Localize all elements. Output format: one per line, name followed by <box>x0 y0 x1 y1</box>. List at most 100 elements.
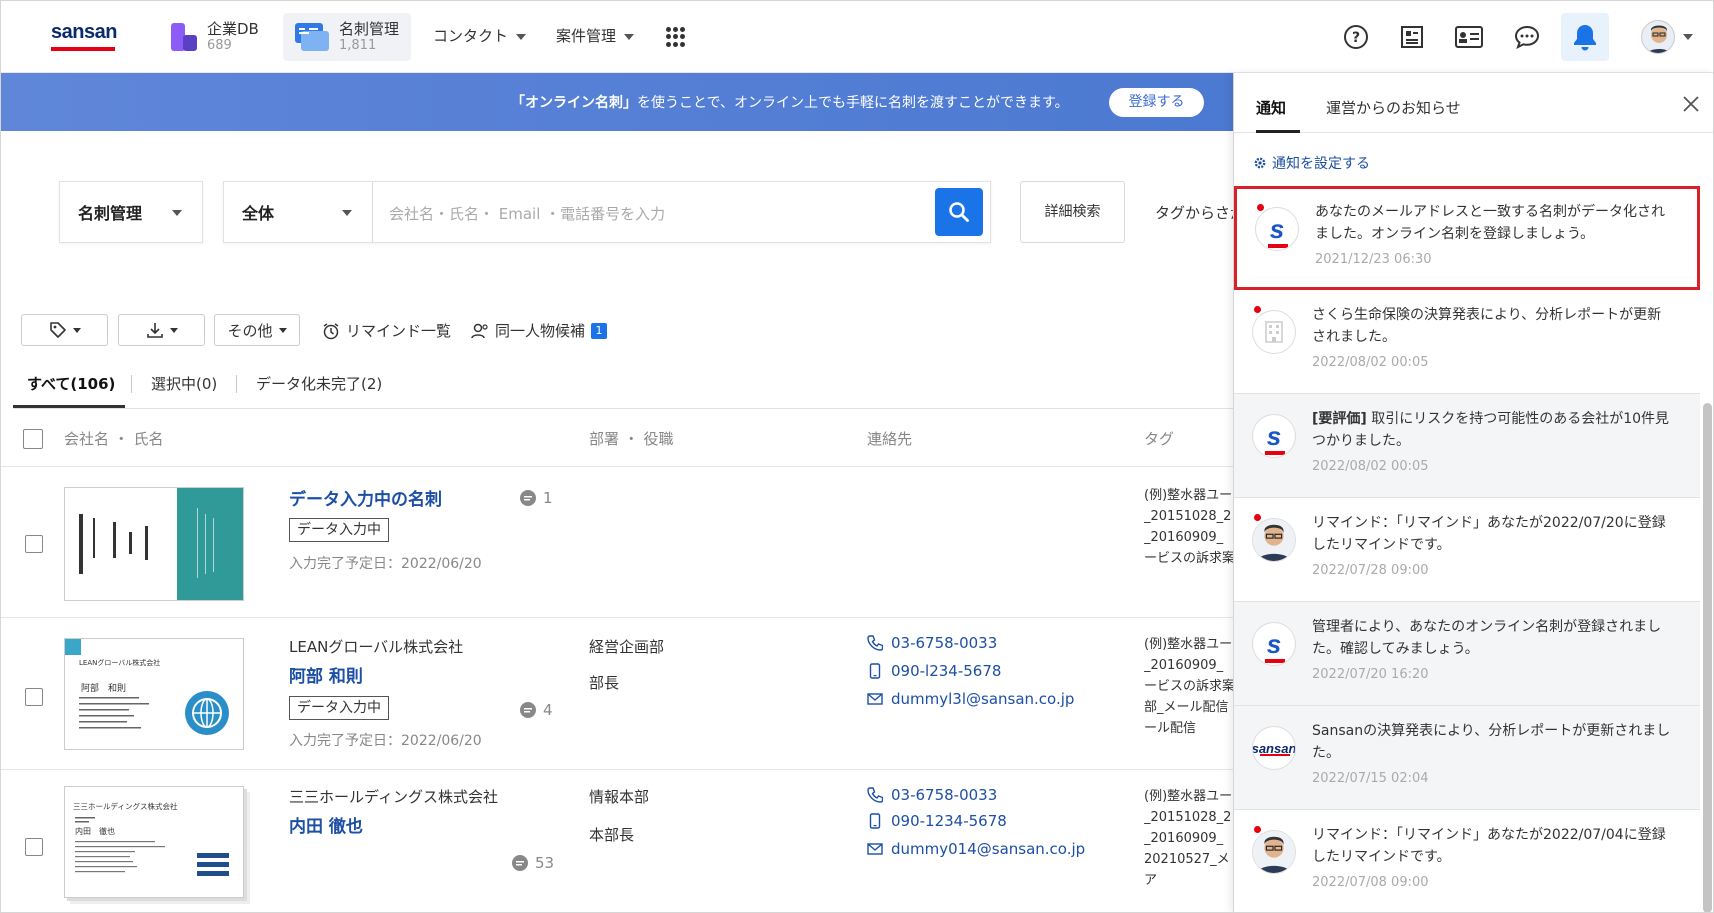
svg-text:阿部 和則: 阿部 和則 <box>81 682 126 694</box>
help-icon[interactable]: ? <box>1338 19 1374 55</box>
phone-link[interactable]: 03-6758-0033 <box>867 634 997 652</box>
remind-list-link[interactable]: リマインド一覧 <box>322 320 451 341</box>
tab-announcements[interactable]: 運営からのお知らせ <box>1326 97 1461 118</box>
notification-item[interactable]: s あなたのメールアドレスと一致する名刺がデータ化されました。オンライン名刺を登… <box>1234 186 1700 290</box>
user-menu-chevron-down-icon[interactable] <box>1683 34 1693 40</box>
comment-count[interactable]: 4 <box>519 701 553 719</box>
list-tabs: すべて(106) 選択中(0) データ化未完了(2) <box>13 371 1233 409</box>
user-avatar <box>1252 518 1296 562</box>
notification-item[interactable]: s 管理者により、あなたのオンライン名刺が登録されました。確認してみましょう。 … <box>1234 602 1700 706</box>
tag-list: (例)整水器ユー _20151028_2 _20160909_ 20210527_メア <box>1144 789 1233 888</box>
download-menu-button[interactable] <box>118 314 205 346</box>
email-link[interactable]: dummy014@sansan.co.jp <box>867 840 1085 858</box>
tab-pending[interactable]: データ化未完了(2) <box>256 373 382 394</box>
remind-list-label: リマインド一覧 <box>346 322 452 340</box>
scope-select-value: 名刺管理 <box>78 204 143 223</box>
status-badge: データ入力中 <box>289 518 389 542</box>
mobile-link[interactable]: 090-1234-5678 <box>867 812 1007 830</box>
other-menu-button[interactable]: その他 <box>214 314 300 346</box>
contact-name-link[interactable]: 阿部 和則 <box>289 662 363 687</box>
comment-count[interactable]: 53 <box>511 854 554 872</box>
notification-text: リマインド：「リマインド」あなたが2022/07/20に登録したリマインドです。 <box>1312 515 1666 553</box>
due-date-text: 入力完了予定日：2022/06/20 <box>289 556 482 572</box>
notification-item[interactable]: s [要評価] 取引にリスクを持つ可能性のある会社が10件見つかりました。 20… <box>1234 394 1700 498</box>
tab-all[interactable]: すべて(106) <box>27 373 115 394</box>
business-card-thumbnail[interactable] <box>64 487 244 601</box>
online-card-banner: 「オンライン名刺」を使うことで、オンライン上でも手軽に名刺を渡すことができます。… <box>1 73 1233 131</box>
notification-item[interactable]: リマインド：「リマインド」あなたが2022/07/04に登録したリマインドです。… <box>1234 810 1700 912</box>
mobile-link[interactable]: 090-l234-5678 <box>867 662 1001 680</box>
svg-text:LEANグローバル株式会社: LEANグローバル株式会社 <box>79 658 160 667</box>
same-person-link[interactable]: 同一人物候補 1 <box>471 320 608 341</box>
phone-link[interactable]: 03-6758-0033 <box>867 786 997 804</box>
business-card-thumbnail[interactable]: LEANグローバル株式会社 阿部 和則 <box>64 638 244 750</box>
business-card-thumbnail[interactable]: 三三ホールディングス株式会社 内田 徹也 <box>64 786 244 898</box>
notification-text: あなたのメールアドレスと一致する名刺がデータ化されました。オンライン名刺を登録し… <box>1315 204 1665 242</box>
nav-company-db-label: 企業DB <box>207 20 259 38</box>
table-row[interactable]: LEANグローバル株式会社 阿部 和則 LEANグローバル株式会社 阿部 和則 デ… <box>1 618 1234 770</box>
svg-text:内田 徹也: 内田 徹也 <box>75 826 115 836</box>
email-link[interactable]: dummyl3l@sansan.co.jp <box>867 690 1074 708</box>
notification-settings-link[interactable]: 通知を設定する <box>1254 153 1370 173</box>
col-header-tag[interactable]: タグ <box>1144 428 1174 449</box>
business-card-icon <box>295 23 329 51</box>
notification-time: 2021/12/23 06:30 <box>1315 252 1432 267</box>
scope-select[interactable]: 名刺管理 <box>59 181 203 243</box>
apps-grid-icon[interactable] <box>666 27 686 47</box>
tab-notifications[interactable]: 通知 <box>1256 97 1286 118</box>
row-checkbox[interactable] <box>25 535 43 553</box>
tab-active-indicator <box>13 405 125 408</box>
tab-selected[interactable]: 選択中(0) <box>151 373 217 394</box>
chevron-down-icon <box>172 210 182 216</box>
sansan-logo[interactable]: sansan <box>51 21 117 44</box>
search-input[interactable]: 会社名・氏名・ Email ・電話番号を入力 <box>373 181 991 243</box>
notification-item[interactable]: sansan Sansanの決算発表により、分析レポートが更新されました。 20… <box>1234 706 1700 810</box>
tag-icon <box>49 322 66 338</box>
user-avatar[interactable] <box>1641 20 1675 54</box>
nav-company-db[interactable]: 企業DB 689 <box>159 13 271 61</box>
filter-select[interactable]: 全体 <box>223 181 373 243</box>
same-person-label: 同一人物候補 <box>495 322 586 340</box>
notification-text: [要評価] 取引にリスクを持つ可能性のある会社が10件見つかりました。 <box>1312 411 1670 449</box>
company-name-link[interactable]: 三三ホールディングス株式会社 <box>289 786 498 807</box>
table-row[interactable]: 三三ホールディングス株式会社 内田 徹也 三三ホールディングス株式会社 内田 徹也… <box>1 770 1233 912</box>
banner-register-button[interactable]: 登録する <box>1109 88 1204 117</box>
scrollbar-thumb[interactable] <box>1703 403 1712 912</box>
notification-item[interactable]: さくら生命保険の決算発表により、分析レポートが更新されました。 2022/08/… <box>1234 290 1700 394</box>
notification-time: 2022/08/02 00:05 <box>1312 459 1429 474</box>
close-icon[interactable] <box>1682 95 1700 113</box>
tag-menu-button[interactable] <box>21 314 108 346</box>
select-all-checkbox[interactable] <box>23 429 43 449</box>
job-title: 部長 <box>589 674 620 692</box>
company-building-icon <box>1252 310 1296 354</box>
advanced-search-button[interactable]: 詳細検索 <box>1020 181 1125 243</box>
notification-bell-icon[interactable] <box>1561 13 1609 61</box>
col-header-dept[interactable]: 部署 ・ 役職 <box>589 428 674 449</box>
nav-deals-dropdown[interactable]: 案件管理 <box>556 25 634 46</box>
nav-contact-dropdown[interactable]: コンタクト <box>433 25 526 46</box>
phone-icon <box>867 635 883 651</box>
person-search-icon <box>471 323 488 338</box>
nav-cards[interactable]: 名刺管理 1,811 <box>283 13 412 61</box>
tag-list: (例)整水器ユー _20151028_2 _20160909_ ービスの訴求案 <box>1144 488 1234 566</box>
company-name[interactable]: LEANグローバル株式会社 <box>289 636 463 657</box>
col-header-name[interactable]: 会社名 ・ 氏名 <box>64 428 164 449</box>
mobile-icon <box>869 813 881 829</box>
search-button[interactable] <box>935 188 983 236</box>
contact-name-link[interactable]: データ入力中の名刺 <box>289 485 442 510</box>
my-card-icon[interactable] <box>1451 19 1487 55</box>
comment-icon <box>520 490 536 506</box>
gear-icon <box>1254 157 1266 169</box>
comment-count[interactable]: 1 <box>519 489 553 507</box>
chat-icon[interactable] <box>1509 19 1545 55</box>
col-header-contact[interactable]: 連絡先 <box>867 428 912 449</box>
nav-company-db-count: 689 <box>207 38 232 53</box>
search-by-tag-link[interactable]: タグからさが <box>1155 202 1245 223</box>
row-checkbox[interactable] <box>25 838 43 856</box>
contact-name-link[interactable]: 内田 徹也 <box>289 812 363 837</box>
news-icon[interactable] <box>1394 19 1430 55</box>
comment-icon <box>520 702 536 718</box>
notification-item[interactable]: リマインド：「リマインド」あなたが2022/07/20に登録したリマインドです。… <box>1234 498 1700 602</box>
row-checkbox[interactable] <box>25 688 43 706</box>
table-row[interactable]: データ入力中の名刺 データ入力中 入力完了予定日：2022/06/20 1 (例… <box>1 467 1234 618</box>
